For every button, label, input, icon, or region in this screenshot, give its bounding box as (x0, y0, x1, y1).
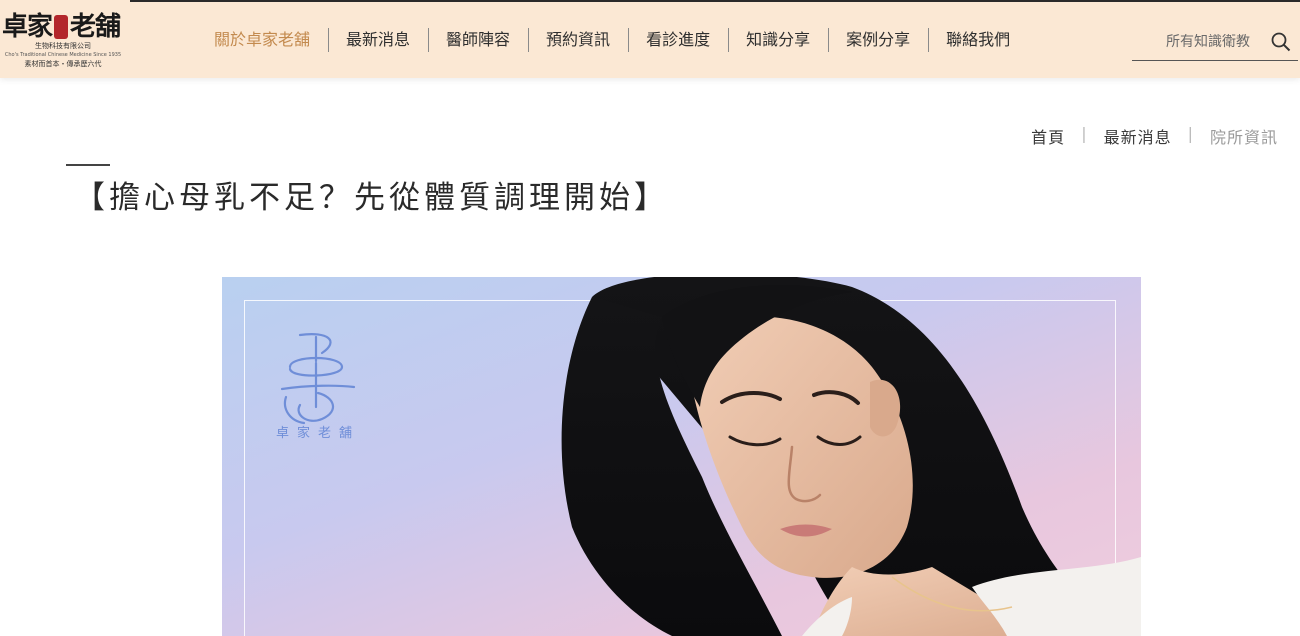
hero-watermark-text: 卓家老舖 (276, 426, 361, 441)
article-hero-image: 卓家老舖 (222, 277, 1141, 636)
logo-text-left: 卓家 (2, 12, 53, 42)
nav-item-news[interactable]: 最新消息 (328, 26, 428, 54)
search-input[interactable] (1132, 34, 1266, 50)
nav-item-progress[interactable]: 看診進度 (628, 26, 728, 54)
breadcrumb-separator: | (1081, 124, 1088, 143)
mother-photo (561, 277, 1141, 636)
nav-item-doctors[interactable]: 醫師陣容 (428, 26, 528, 54)
breadcrumb-separator: | (1187, 124, 1194, 143)
site-logo[interactable]: 卓家 老舖 生物科技有限公司 Cho's Traditional Chinese… (2, 12, 142, 74)
breadcrumb: 首頁 | 最新消息 | 院所資訊 (1031, 124, 1278, 148)
page-title: 【擔心母乳不足？先從體質調理開始】 (74, 180, 669, 216)
search-icon[interactable] (1270, 31, 1292, 53)
title-divider (66, 164, 110, 166)
nav-item-booking[interactable]: 預約資訊 (528, 26, 628, 54)
nav-item-contact[interactable]: 聯絡我們 (928, 26, 1028, 54)
logo-slogan: 素材而首本・傳承歷六代 (24, 60, 102, 68)
site-search (1132, 24, 1298, 61)
site-header: 卓家 老舖 生物科技有限公司 Cho's Traditional Chinese… (0, 0, 1300, 78)
breadcrumb-current: 院所資訊 (1209, 128, 1278, 147)
breadcrumb-home[interactable]: 首頁 (1031, 124, 1065, 148)
logo-text-right: 老舖 (70, 12, 121, 42)
logo-company-name: 生物科技有限公司 (35, 42, 91, 50)
breadcrumb-news[interactable]: 最新消息 (1104, 124, 1172, 148)
logo-english: Cho's Traditional Chinese Medicine Since… (4, 52, 122, 58)
nav-item-knowledge[interactable]: 知識分享 (728, 26, 828, 54)
brand-watermark-icon (280, 333, 356, 425)
nav-item-cases[interactable]: 案例分享 (828, 26, 928, 54)
logo-seal-icon (54, 15, 69, 39)
logo-wordmark: 卓家 老舖 (2, 12, 142, 42)
nav-item-about[interactable]: 關於卓家老舖 (196, 26, 328, 54)
main-nav: 關於卓家老舖 最新消息 醫師陣容 預約資訊 看診進度 知識分享 案例分享 聯絡我… (196, 26, 1028, 54)
